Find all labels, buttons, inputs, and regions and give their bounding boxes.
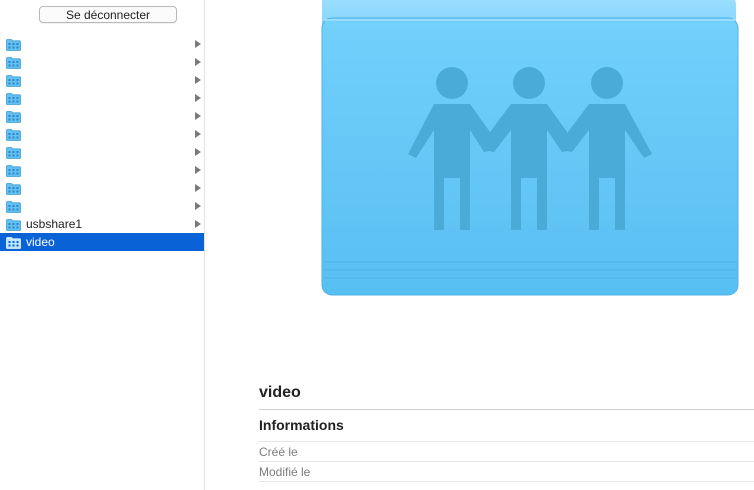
share-item[interactable] [0,107,204,125]
shared-folder-icon [6,110,21,123]
disclosure-arrow-icon[interactable] [195,202,201,210]
share-item[interactable] [0,179,204,197]
divider [259,409,754,410]
disclosure-arrow-icon[interactable] [195,148,201,156]
share-item[interactable] [0,35,204,53]
modified-label: Modifié le [259,465,311,479]
share-item[interactable] [0,53,204,71]
disclosure-arrow-icon[interactable] [195,166,201,174]
preview-pane: video Informations Créé le Modifié le [205,0,754,490]
shared-folder-icon [6,74,21,87]
section-title: Informations [259,417,344,433]
share-item[interactable] [0,125,204,143]
created-label: Créé le [259,445,298,459]
shared-folder-icon [6,218,21,231]
shared-folder-icon [6,92,21,105]
disclosure-arrow-icon[interactable] [195,94,201,102]
share-item[interactable] [0,89,204,107]
disclosure-arrow-icon[interactable] [195,220,201,228]
share-item-label: video [26,235,55,249]
disclosure-arrow-icon[interactable] [195,112,201,120]
share-item[interactable] [0,143,204,161]
shared-folder-icon [6,38,21,51]
share-item[interactable] [0,197,204,215]
divider [259,461,754,462]
shared-folder-icon [6,146,21,159]
share-item[interactable]: usbshare1 [0,215,204,233]
share-item[interactable] [0,71,204,89]
shared-folder-icon [6,182,21,195]
divider [259,441,754,442]
disclosure-arrow-icon[interactable] [195,58,201,66]
shared-folder-icon [6,200,21,213]
disconnect-button[interactable]: Se déconnecter [39,6,177,23]
share-item[interactable] [0,161,204,179]
shared-folder-icon [6,164,21,177]
share-list: usbshare1 video [0,35,204,251]
share-item-label: usbshare1 [26,217,83,231]
shared-folder-icon [321,0,739,296]
shared-folder-icon [6,56,21,69]
disclosure-arrow-icon[interactable] [195,184,201,192]
disclosure-arrow-icon[interactable] [195,76,201,84]
shared-folder-icon [6,128,21,141]
disclosure-arrow-icon[interactable] [195,40,201,48]
item-name: video [259,384,301,401]
sidebar: Se déconnecter usbshare1 video [0,0,205,490]
shared-folder-icon [6,236,21,249]
share-item[interactable]: video [0,233,204,251]
disclosure-arrow-icon[interactable] [195,130,201,138]
divider [259,481,754,482]
